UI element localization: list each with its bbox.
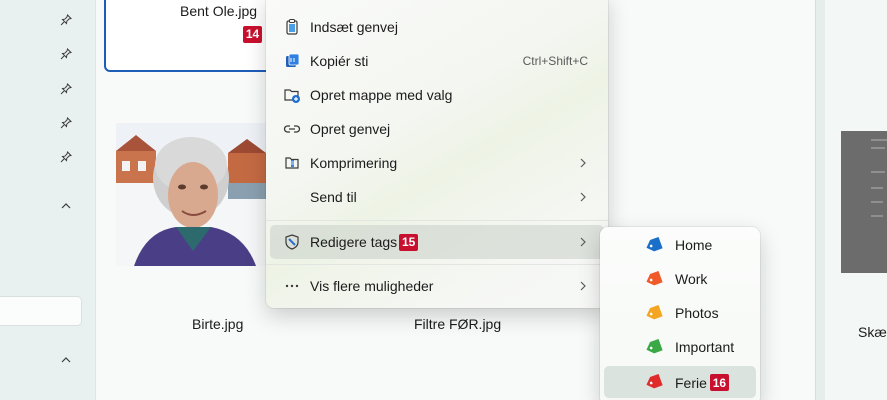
tag-item-home[interactable]: Home [604,229,756,261]
copy-path-icon [282,51,302,71]
tag-item-ferie[interactable]: Ferie 16 [604,366,756,398]
zip-icon [282,153,302,173]
step-badge: 15 [399,233,419,251]
menu-item-edit-tags[interactable]: Redigere tags 15 [270,225,604,259]
chevron-right-icon [578,236,588,248]
menu-item-copy-path[interactable]: Kopiér sti Ctrl+Shift+C [270,44,604,78]
context-menu: Indsæt genvej Kopiér sti Ctrl+Shift+C Op… [266,0,608,308]
shortcut-hint: Ctrl+Shift+C [522,54,588,68]
photo-thumbnail[interactable] [116,123,266,266]
tag-item-work[interactable]: Work [604,263,756,295]
tags-submenu: Home Work Photos Important Ferie 16 [600,227,760,400]
navigation-sidebar [0,0,95,400]
pin-icon[interactable] [58,149,74,165]
link-icon [282,119,302,139]
tag-icon [646,237,663,252]
tag-item-photos[interactable]: Photos [604,297,756,329]
menu-separator [266,220,608,221]
more-icon [282,276,302,296]
menu-item-compress[interactable]: Komprimering [270,146,604,180]
pin-icon[interactable] [58,12,74,28]
chevron-right-icon [578,280,588,292]
paste-shortcut-icon [282,17,302,37]
file-name: Skæ [858,324,887,340]
step-badge: 14 [243,25,262,43]
menu-item-create-shortcut[interactable]: Opret genvej [270,112,604,146]
tag-item-important[interactable]: Important [604,331,756,363]
tag-icon [646,374,663,389]
document-thumbnail[interactable] [841,131,887,273]
chevron-right-icon [578,157,588,169]
file-name: Birte.jpg [192,316,244,332]
menu-separator [266,264,608,265]
menu-item-send-to[interactable]: Send til [270,180,604,214]
file-name: Bent Ole.jpg [180,3,258,19]
tag-icon [646,305,663,320]
new-folder-icon [282,85,302,105]
pin-icon[interactable] [58,81,74,97]
tag-icon [646,339,663,354]
menu-item-paste-shortcut[interactable]: Indsæt genvej [270,10,604,44]
tag-icon [646,271,663,286]
chevron-up-icon[interactable] [59,199,73,213]
step-badge: 16 [709,374,729,391]
tag-shield-icon [282,232,302,252]
pin-icon[interactable] [58,115,74,131]
chevron-up-icon[interactable] [59,353,73,367]
file-name: Filtre FØR.jpg [414,316,502,332]
menu-item-show-more-options[interactable]: Vis flere muligheder [270,269,604,303]
chevron-right-icon [578,191,588,203]
sidebar-search-input[interactable] [0,296,82,326]
menu-item-new-folder-with-selection[interactable]: Opret mappe med valg [270,78,604,112]
pin-icon[interactable] [58,46,74,62]
